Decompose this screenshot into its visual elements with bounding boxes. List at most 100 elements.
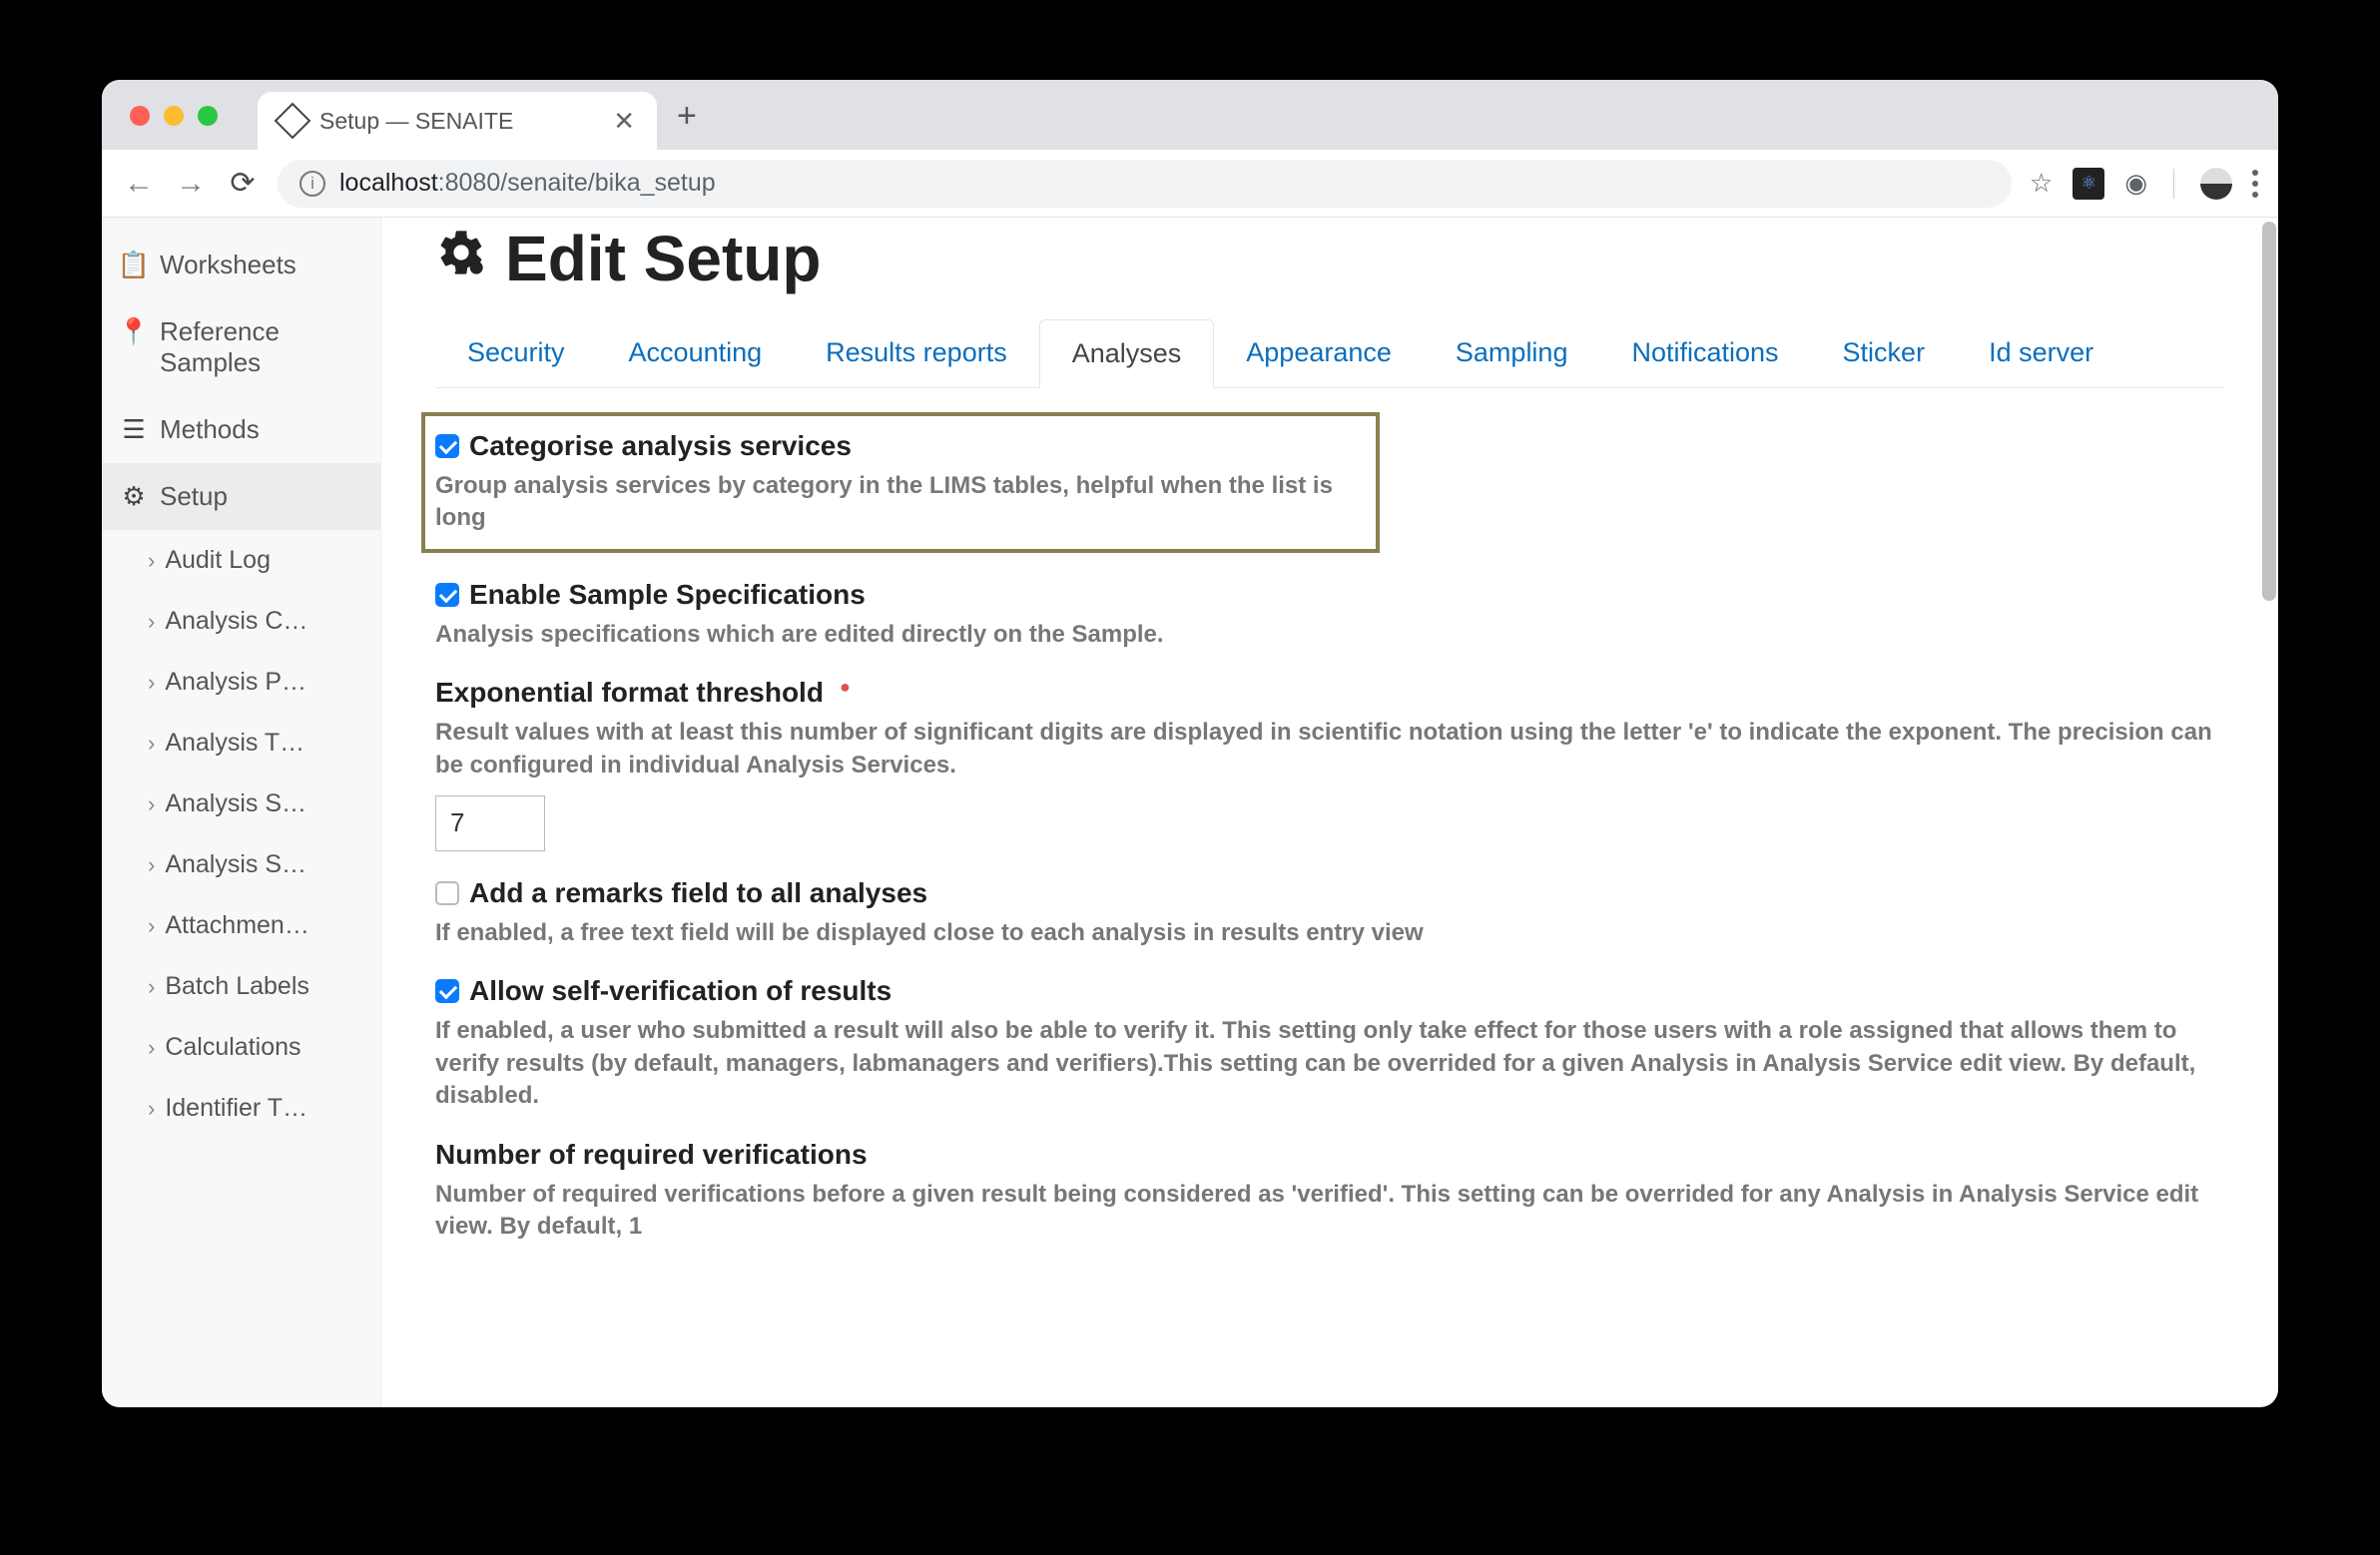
- sidebar-sub-audit-log[interactable]: › Audit Log: [102, 530, 380, 591]
- content-area: 📋 Worksheets 📍 Reference Samples ☰ Metho…: [102, 218, 2278, 1407]
- chevron-right-icon: ›: [148, 1096, 155, 1122]
- setup-icon: ⚙: [120, 481, 148, 512]
- extension-icon[interactable]: ⚛: [2073, 168, 2104, 200]
- sidebar-sub-analysis-t[interactable]: › Analysis T…: [102, 713, 380, 774]
- sidebar-item-reference-samples[interactable]: 📍 Reference Samples: [102, 298, 380, 396]
- browser-window: Setup — SENAITE ✕ + ← → ⟳ i localhost:80…: [102, 80, 2278, 1407]
- sidebar-sub-label: Audit Log: [165, 546, 271, 575]
- field-num-verif: Number of required verifications Number …: [435, 1139, 2224, 1244]
- exp-threshold-input[interactable]: [435, 795, 545, 851]
- field-label: Categorise analysis services: [469, 430, 852, 462]
- required-indicator: ●: [840, 677, 851, 698]
- browser-tab[interactable]: Setup — SENAITE ✕: [258, 92, 657, 150]
- back-button[interactable]: ←: [122, 167, 156, 201]
- reload-button[interactable]: ⟳: [226, 166, 260, 201]
- chevron-right-icon: ›: [148, 670, 155, 696]
- sidebar-sub-label: Analysis T…: [165, 729, 304, 758]
- enable-spec-checkbox[interactable]: [435, 583, 459, 607]
- tab-sticker[interactable]: Sticker: [1811, 319, 1958, 387]
- field-exp-threshold: Exponential format threshold ● Result va…: [435, 677, 2224, 851]
- url-text: localhost:8080/senaite/bika_setup: [339, 169, 716, 198]
- chevron-right-icon: ›: [148, 974, 155, 1000]
- sidebar: 📋 Worksheets 📍 Reference Samples ☰ Metho…: [102, 218, 381, 1407]
- chevron-right-icon: ›: [148, 852, 155, 878]
- divider: [2173, 169, 2174, 199]
- bookmark-icon[interactable]: ☆: [2030, 168, 2053, 199]
- chevron-right-icon: ›: [148, 609, 155, 635]
- tab-accounting[interactable]: Accounting: [597, 319, 795, 387]
- sidebar-sub-attachments[interactable]: ›Attachmen…: [102, 895, 380, 956]
- sidebar-sub-calculations[interactable]: ›Calculations: [102, 1017, 380, 1078]
- site-info-icon[interactable]: i: [299, 171, 325, 197]
- sidebar-sub-analysis-s1[interactable]: › Analysis S…: [102, 774, 380, 834]
- gear-icon: [435, 227, 487, 291]
- extension2-icon[interactable]: ◉: [2124, 168, 2147, 199]
- sidebar-item-methods[interactable]: ☰ Methods: [102, 396, 380, 463]
- sidebar-sub-label: Analysis S…: [165, 850, 306, 879]
- page-title: Edit Setup: [435, 222, 2224, 295]
- sidebar-sub-label: Attachmen…: [165, 911, 309, 940]
- field-description: Analysis specifications which are edited…: [435, 619, 2224, 651]
- field-label: Allow self-verification of results: [469, 975, 892, 1007]
- url-input[interactable]: i localhost:8080/senaite/bika_setup: [278, 160, 2012, 208]
- sidebar-item-label: Setup: [160, 481, 228, 512]
- field-label: Enable Sample Specifications: [469, 579, 866, 611]
- tab-title: Setup — SENAITE: [319, 108, 599, 135]
- field-description: If enabled, a free text field will be di…: [435, 917, 2224, 949]
- chevron-right-icon: ›: [148, 791, 155, 817]
- new-tab-button[interactable]: +: [657, 97, 717, 150]
- favicon-icon: [275, 103, 311, 140]
- close-tab-button[interactable]: ✕: [613, 106, 635, 137]
- chevron-right-icon: ›: [148, 1035, 155, 1061]
- remarks-checkbox[interactable]: [435, 881, 459, 905]
- close-window-button[interactable]: [130, 106, 150, 126]
- field-description: Group analysis services by category in t…: [435, 470, 1360, 535]
- minimize-window-button[interactable]: [164, 106, 184, 126]
- tabs: Security Accounting Results reports Anal…: [435, 319, 2224, 388]
- address-bar: ← → ⟳ i localhost:8080/senaite/bika_setu…: [102, 150, 2278, 218]
- methods-icon: ☰: [120, 414, 148, 445]
- categorise-checkbox[interactable]: [435, 434, 459, 458]
- sidebar-sub-identifier-t[interactable]: ›Identifier T…: [102, 1078, 380, 1139]
- sidebar-item-label: Reference Samples: [160, 316, 362, 378]
- tab-notifications[interactable]: Notifications: [1599, 319, 1810, 387]
- forward-button[interactable]: →: [174, 167, 208, 201]
- page-title-text: Edit Setup: [505, 222, 821, 295]
- field-enable-spec: Enable Sample Specifications Analysis sp…: [435, 579, 2224, 651]
- sidebar-item-worksheets[interactable]: 📋 Worksheets: [102, 232, 380, 298]
- sidebar-item-label: Methods: [160, 414, 260, 445]
- field-categorise: Categorise analysis services Group analy…: [421, 412, 1380, 553]
- field-description: Number of required verifications before …: [435, 1179, 2224, 1244]
- field-label: Exponential format threshold: [435, 677, 824, 709]
- self-verify-checkbox[interactable]: [435, 979, 459, 1003]
- field-self-verify: Allow self-verification of results If en…: [435, 975, 2224, 1112]
- chevron-right-icon: ›: [148, 548, 155, 574]
- sidebar-sub-batch-labels[interactable]: › Batch Labels: [102, 956, 380, 1017]
- sidebar-sub-label: Analysis P…: [165, 668, 306, 697]
- field-remarks: Add a remarks field to all analyses If e…: [435, 877, 2224, 949]
- profile-avatar[interactable]: [2200, 168, 2232, 200]
- sidebar-sub-label: Analysis C…: [165, 607, 307, 636]
- tab-id-server[interactable]: Id server: [1957, 319, 2125, 387]
- tab-appearance[interactable]: Appearance: [1214, 319, 1424, 387]
- sidebar-sub-label: Analysis S…: [165, 789, 306, 818]
- field-description: If enabled, a user who submitted a resul…: [435, 1015, 2224, 1112]
- sidebar-item-label: Worksheets: [160, 250, 297, 280]
- tab-sampling[interactable]: Sampling: [1424, 319, 1600, 387]
- toolbar-right: ☆ ⚛ ◉: [2030, 168, 2258, 200]
- tab-results-reports[interactable]: Results reports: [794, 319, 1039, 387]
- browser-menu-button[interactable]: [2252, 170, 2258, 198]
- titlebar: Setup — SENAITE ✕ +: [102, 80, 2278, 150]
- sidebar-sub-analysis-p[interactable]: › Analysis P…: [102, 652, 380, 713]
- sidebar-item-setup[interactable]: ⚙ Setup: [102, 463, 380, 530]
- sidebar-sub-analysis-s2[interactable]: › Analysis S…: [102, 834, 380, 895]
- sidebar-sub-label: Batch Labels: [165, 972, 309, 1001]
- field-description: Result values with at least this number …: [435, 717, 2224, 781]
- worksheets-icon: 📋: [120, 250, 148, 280]
- tab-analyses[interactable]: Analyses: [1039, 319, 1215, 388]
- tab-security[interactable]: Security: [435, 319, 597, 387]
- maximize-window-button[interactable]: [198, 106, 218, 126]
- chevron-right-icon: ›: [148, 731, 155, 757]
- window-controls: [130, 106, 218, 126]
- sidebar-sub-analysis-c[interactable]: › Analysis C…: [102, 591, 380, 652]
